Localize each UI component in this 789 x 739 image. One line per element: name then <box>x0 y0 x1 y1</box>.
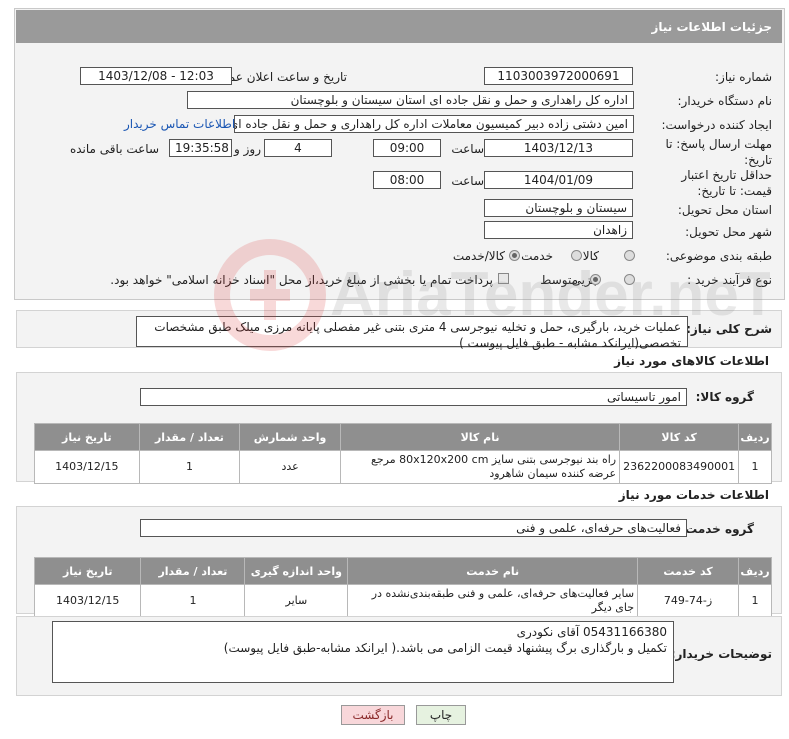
col-qty: تعداد / مقدار <box>140 557 246 585</box>
cell-goods-name: راه بند نیوجرسی بتنی سایز 80x120x200 cm … <box>339 450 621 484</box>
announce-field: 1403/12/08 - 12:03 <box>80 67 232 85</box>
services-group-field: فعالیت‌های حرفه‌ای، علمی و فنی <box>140 519 687 537</box>
process-small-radio[interactable] <box>624 274 635 285</box>
col-goods-code: کد کالا <box>619 423 740 451</box>
col-row: ردیف <box>738 423 772 451</box>
category-label: طبقه بندی موضوعی: <box>665 249 772 263</box>
category-goods-service-radio[interactable] <box>509 250 520 261</box>
process-label: نوع فرآیند خرید : <box>687 273 772 287</box>
services-group-label: گروه خدمت: <box>680 522 754 536</box>
requester-field: امین دشتی زاده دبیر کمیسیون معاملات ادار… <box>234 115 634 133</box>
table-row: 1 ز-74-749 سایر فعالیت‌های حرفه‌ای، علمی… <box>33 584 772 618</box>
requester-label: ایجاد کننده درخواست: <box>661 118 772 132</box>
buyer-org-field: اداره کل راهداری و حمل و نقل جاده ای است… <box>187 91 634 109</box>
category-goods-label: کالا <box>582 249 599 263</box>
cell-unit: عدد <box>239 450 341 484</box>
price-valid-time-field: 08:00 <box>373 171 441 189</box>
need-number-field: 1103003972000691 <box>484 67 633 85</box>
process-medium-label: متوسط <box>540 273 578 287</box>
col-need-date: تاریخ نیاز <box>34 423 140 451</box>
goods-group-label: گروه کالا: <box>695 390 754 404</box>
days-label: روز و <box>234 142 261 156</box>
buyer-notes-text: 05431166380 آقای نکودری تکمیل و بارگذاری… <box>52 621 674 683</box>
buyer-notes-line1: 05431166380 آقای نکودری <box>516 625 667 639</box>
need-number-label: شماره نیاز: <box>715 70 772 84</box>
process-medium-radio[interactable] <box>590 274 601 285</box>
back-button[interactable]: بازگشت <box>341 705 405 725</box>
category-service-label: خدمت <box>521 249 553 263</box>
col-service-code: کد خدمت <box>637 557 740 585</box>
category-service-radio[interactable] <box>571 250 582 261</box>
category-goods-radio[interactable] <box>624 250 635 261</box>
remaining-label: ساعت باقی مانده <box>69 142 159 156</box>
col-goods-name: نام کالا <box>339 423 621 451</box>
page-title: جزئیات اطلاعات نیاز <box>16 10 782 43</box>
cell-service-name: سایر فعالیت‌های حرفه‌ای، علمی و فنی طبقه… <box>347 584 639 618</box>
city-label: شهر محل تحویل: <box>685 225 772 239</box>
cell-measure-unit: سایر <box>244 584 349 618</box>
col-unit: واحد شمارش <box>239 423 341 451</box>
table-row: 1 2362200083490001 راه بند نیوجرسی بتنی … <box>34 450 772 484</box>
city-field: زاهدان <box>484 221 633 239</box>
col-measure-unit: واحد اندازه گیری <box>244 557 349 585</box>
cell-qty: 1 <box>140 584 246 618</box>
buyer-notes-line2: تکمیل و بارگذاری برگ پیشنهاد قیمت الزامی… <box>223 641 667 655</box>
price-valid-label: حداقل تاریخ اعتبار قیمت: تا تاریخ: <box>681 168 772 198</box>
col-service-name: نام خدمت <box>347 557 639 585</box>
cell-row: 1 <box>738 584 772 618</box>
buyer-org-label: نام دستگاه خریدار: <box>677 94 773 108</box>
buyer-contact-link[interactable]: اطلاعات تماس خریدار <box>124 117 235 131</box>
cell-service-code: ز-74-749 <box>637 584 740 618</box>
col-qty: تعداد / مقدار <box>138 423 241 451</box>
price-valid-date-field: 1404/01/09 <box>484 171 633 189</box>
cell-qty: 1 <box>138 450 241 484</box>
remaining-time-field: 19:35:58 <box>169 139 232 157</box>
summary-label: شرح کلی نیاز: <box>686 322 772 336</box>
summary-text: عملیات خرید، بارگیری، حمل و تخلیه نیوجرس… <box>136 316 688 350</box>
cell-need-date: 1403/12/15 <box>34 450 140 484</box>
payment-note: پرداخت تمام یا بخشی از مبلغ خرید،از محل … <box>110 273 493 287</box>
category-goods-service-label: کالا/خدمت <box>452 249 505 263</box>
cell-goods-code: 2362200083490001 <box>619 450 740 484</box>
reply-date-field: 1403/12/13 <box>484 139 633 157</box>
services-table: ردیف کد خدمت نام خدمت واحد اندازه گیری ت… <box>33 557 772 618</box>
reply-time-field: 09:00 <box>373 139 441 157</box>
services-section-title: اطلاعات خدمات مورد نیاز <box>618 488 769 502</box>
province-label: استان محل تحویل: <box>677 203 772 217</box>
treasury-payment-checkbox[interactable] <box>498 273 509 284</box>
reply-deadline-label: مهلت ارسال پاسخ: تا تاریخ: <box>665 137 772 167</box>
cell-row: 1 <box>738 450 772 484</box>
goods-group-field: امور تاسیساتی <box>140 388 687 406</box>
cell-need-date: 1403/12/15 <box>33 584 142 618</box>
goods-table: ردیف کد کالا نام کالا واحد شمارش تعداد /… <box>34 423 772 484</box>
reply-time-label: ساعت <box>451 142 484 156</box>
price-valid-time-label: ساعت <box>451 174 484 188</box>
days-field: 4 <box>264 139 332 157</box>
print-button[interactable]: چاپ <box>416 705 466 725</box>
province-field: سیستان و بلوچستان <box>484 199 633 217</box>
col-need-date: تاریخ نیاز <box>33 557 142 585</box>
buyer-notes-label: توضیحات خریدار: <box>670 647 772 661</box>
goods-section-title: اطلاعات کالاهای مورد نیاز <box>614 354 769 368</box>
col-row: ردیف <box>738 557 772 585</box>
